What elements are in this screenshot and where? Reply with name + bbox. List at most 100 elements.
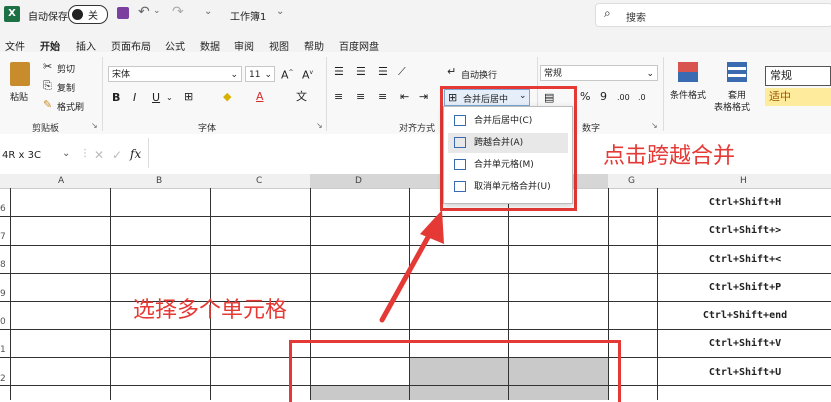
title-dropdown-icon[interactable]: ⌄ <box>276 6 284 17</box>
paste-icon[interactable] <box>10 62 30 86</box>
tab-home[interactable]: 开始 <box>40 38 60 58</box>
name-box[interactable]: 4R x 3C <box>2 150 41 161</box>
enter-icon[interactable]: ✓ <box>112 148 122 162</box>
align-middle-icon[interactable]: ☰ <box>356 66 366 78</box>
font-launcher-icon[interactable]: ↘ <box>316 121 323 130</box>
align-bottom-icon[interactable]: ☰ <box>378 66 388 78</box>
orientation-icon[interactable]: ⟋ <box>398 66 406 78</box>
format-as-table-label-2[interactable]: 表格格式 <box>714 100 750 113</box>
clipboard-launcher-icon[interactable]: ↘ <box>91 121 98 130</box>
search-icon: ⌕ <box>604 6 611 20</box>
cell-shortcut[interactable]: Ctrl+Shift+P <box>660 282 830 293</box>
cell-shortcut[interactable]: Ctrl+Shift+V <box>660 338 830 349</box>
col-header-h[interactable]: H <box>740 176 747 186</box>
undo-dropdown-icon[interactable]: ⌄ <box>153 6 161 16</box>
style-normal[interactable]: 常规 <box>765 66 831 86</box>
percent-icon[interactable]: % <box>580 91 590 103</box>
cell-shortcut[interactable]: Ctrl+Shift+U <box>660 367 830 378</box>
row-header[interactable]: 0 <box>0 317 9 327</box>
tab-file[interactable]: 文件 <box>5 38 25 53</box>
fill-color-icon[interactable]: ◆ <box>223 91 231 103</box>
cell-shortcut[interactable]: Ctrl+Shift+< <box>660 254 830 265</box>
comma-style-icon[interactable]: 9 <box>600 91 607 103</box>
col-header-c[interactable]: C <box>256 176 262 186</box>
font-color-icon[interactable]: A <box>256 91 264 103</box>
tab-page-layout[interactable]: 页面布局 <box>111 38 151 53</box>
font-size-select[interactable]: 11 ⌄ <box>245 66 275 82</box>
increase-indent-icon[interactable]: ⇥ <box>419 91 428 103</box>
tab-insert[interactable]: 插入 <box>76 38 96 53</box>
decrease-indent-icon[interactable]: ⇤ <box>400 91 409 103</box>
autosave-label: 自动保存 <box>28 12 68 23</box>
number-format-value: 常规 <box>544 69 563 79</box>
cancel-icon[interactable]: ✕ <box>94 148 104 162</box>
tab-baidu-netdisk[interactable]: 百度网盘 <box>339 38 379 53</box>
copy-icon[interactable]: ⎘ <box>43 80 52 92</box>
highlight-box-selection <box>289 340 621 402</box>
autosave-toggle[interactable]: 关 <box>68 5 108 24</box>
align-top-icon[interactable]: ☰ <box>334 66 344 78</box>
tab-view[interactable]: 视图 <box>269 38 289 53</box>
undo-icon[interactable]: ↶ <box>138 4 150 20</box>
cell-shortcut[interactable]: Ctrl+Shift+H <box>660 197 830 208</box>
format-painter-button[interactable]: 格式刷 <box>57 100 84 113</box>
wrap-text-icon[interactable]: ↵ <box>447 66 456 78</box>
cell-shortcut[interactable]: Ctrl+Shift+> <box>660 225 830 236</box>
menu-item-merge-center[interactable]: 合并后居中(C) <box>448 111 568 131</box>
wrap-text-button[interactable]: 自动换行 <box>461 68 497 81</box>
fx-icon[interactable]: fx <box>130 147 141 161</box>
paste-button[interactable]: 粘贴 <box>10 90 28 103</box>
conditional-format-icon[interactable] <box>678 62 698 82</box>
decrease-decimal-icon[interactable]: .0 <box>638 92 646 104</box>
menu-item-label: 跨越合并(A) <box>474 138 524 148</box>
search-placeholder: 搜索 <box>626 13 646 24</box>
arrow-icon <box>379 210 444 323</box>
align-left-icon[interactable]: ≡ <box>334 91 343 103</box>
border-icon[interactable]: ⊞ <box>184 91 193 103</box>
decrease-font-icon[interactable]: Av <box>302 67 313 82</box>
cut-icon[interactable]: ✂ <box>43 61 52 73</box>
search-box[interactable]: ⌕ 搜索 <box>595 3 831 27</box>
underline-icon[interactable]: U <box>152 92 160 104</box>
row-header[interactable]: 6 <box>0 204 9 214</box>
tab-formulas[interactable]: 公式 <box>165 38 185 53</box>
cell-shortcut[interactable]: Ctrl+Shift+end <box>660 310 830 321</box>
number-launcher-icon[interactable]: ↘ <box>651 121 658 130</box>
style-medium[interactable]: 适中 <box>765 88 831 106</box>
menu-item-merge-across[interactable]: 跨越合并(A) <box>448 133 568 153</box>
increase-font-icon[interactable]: A^ <box>281 67 294 82</box>
tab-review[interactable]: 审阅 <box>234 38 254 53</box>
phonetic-icon[interactable]: 文 <box>296 91 307 103</box>
row-header[interactable]: 1 <box>0 345 9 355</box>
row-header[interactable]: 7 <box>0 232 9 242</box>
align-center-icon[interactable]: ≡ <box>356 91 365 103</box>
conditional-format-button[interactable]: 条件格式 <box>670 88 706 101</box>
merge-dropdown-menu: 合并后居中(C) 跨越合并(A) 合并单元格(M) 取消单元格合并(U) <box>443 106 573 204</box>
align-right-icon[interactable]: ≡ <box>378 91 387 103</box>
col-header-b[interactable]: B <box>156 176 162 186</box>
col-header-a[interactable]: A <box>58 176 64 186</box>
save-icon[interactable] <box>117 7 129 19</box>
bold-icon[interactable]: B <box>112 92 120 104</box>
name-box-dropdown-icon[interactable]: ⌄ <box>62 148 70 159</box>
row-header[interactable]: 2 <box>0 374 9 384</box>
increase-decimal-icon[interactable]: .00 <box>617 92 630 104</box>
col-header-g[interactable]: G <box>628 176 635 186</box>
copy-button[interactable]: 复制 <box>57 81 75 94</box>
font-name-select[interactable]: 宋体 ⌄ <box>108 66 242 82</box>
customize-icon[interactable]: ⌄ <box>204 6 212 17</box>
tab-help[interactable]: 帮助 <box>304 38 324 53</box>
row-header[interactable]: 8 <box>0 260 9 270</box>
italic-icon[interactable]: I <box>133 92 136 104</box>
menu-item-merge-cells[interactable]: 合并单元格(M) <box>448 155 568 175</box>
col-header-d[interactable]: D <box>355 176 362 186</box>
cut-button[interactable]: 剪切 <box>57 62 75 75</box>
row-header[interactable]: 9 <box>0 289 9 299</box>
number-format-select[interactable]: 常规 ⌄ <box>540 65 658 81</box>
tab-data[interactable]: 数据 <box>200 38 220 53</box>
underline-dropdown-icon[interactable]: ⌄ <box>166 92 173 104</box>
format-as-table-icon[interactable] <box>727 62 747 82</box>
format-painter-icon[interactable]: ✎ <box>43 99 52 111</box>
menu-item-unmerge[interactable]: 取消单元格合并(U) <box>448 177 568 197</box>
redo-icon[interactable]: ↷ <box>172 4 184 20</box>
